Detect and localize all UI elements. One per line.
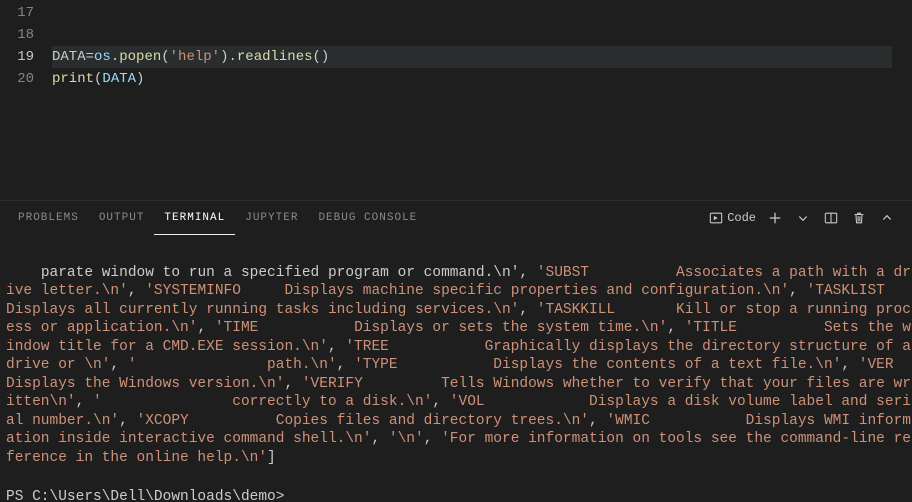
code-token: () [313,49,330,65]
code-token: . [111,49,119,65]
code-token: . [228,49,236,65]
panel-tab-terminal[interactable]: TERMINAL [154,201,235,235]
code-token: readlines [237,49,313,65]
terminal-text: , [432,394,449,410]
new-terminal-button[interactable] [766,209,784,227]
terminal-text: , [119,413,136,429]
terminal-text: , [197,320,214,336]
chevron-down-icon [797,212,809,224]
line-number: 18 [0,24,34,46]
terminal-text: ' path.\n' [128,357,337,373]
code-line[interactable] [52,24,912,46]
chevron-up-icon [881,212,893,224]
trash-icon [852,211,866,225]
line-number: 19 [0,46,34,68]
line-number: 17 [0,2,34,24]
terminal-text: , [789,283,806,299]
terminal-text: 'SYSTEMINFO Displays machine specific pr… [145,283,789,299]
code-token: os [94,49,111,65]
terminal-text: '\n' [389,431,424,447]
code-line[interactable]: print(DATA) [52,68,912,90]
terminal-text: 'TYPE Displays the contents of a text fi… [354,357,841,373]
code-token: 'help' [170,49,220,65]
kill-terminal-button[interactable] [850,209,868,227]
terminal-text: , [337,357,354,373]
terminal-text: ] [267,450,276,466]
panel-actions: Code [709,209,904,227]
split-icon [824,211,838,225]
terminal-text: , [110,357,127,373]
terminal-text: , [589,413,606,429]
terminal-text: , [284,376,301,392]
terminal-text: ' correctly to a disk.\n' [93,394,432,410]
split-terminal-button[interactable] [822,209,840,227]
terminal-text: , [128,283,145,299]
code-editor[interactable]: 17181920 DATA=os.popen('help').readlines… [0,0,912,200]
code-line[interactable] [52,2,912,24]
terminal-prompt[interactable]: PS C:\Users\Dell\Downloads\demo> [6,488,912,502]
code-token: print [52,71,94,87]
terminal-launch-select[interactable]: Code [709,211,756,225]
line-gutter: 17181920 [0,0,52,200]
terminal-text: , [371,431,388,447]
terminal-dropdown-button[interactable] [794,209,812,227]
panel-tab-jupyter[interactable]: JUPYTER [235,201,308,235]
panel-tab-output[interactable]: OUTPUT [89,201,155,235]
terminal-text: , [519,302,536,318]
code-line[interactable]: DATA=os.popen('help').readlines() [52,46,892,68]
code-token: popen [119,49,161,65]
terminal-text: 'XCOPY Copies files and directory trees.… [137,413,589,429]
play-icon [709,211,723,225]
code-token: = [86,49,94,65]
panel-tab-problems[interactable]: PROBLEMS [8,201,89,235]
code-token: DATA [102,71,136,87]
launch-label: Code [727,211,756,225]
terminal-text: , [424,431,441,447]
terminal-output[interactable]: parate window to run a specified program… [0,235,912,502]
terminal-text: , [841,357,858,373]
code-token: ) [136,71,144,87]
panel-tabs: PROBLEMSOUTPUTTERMINALJUPYTERDEBUG CONSO… [0,201,912,235]
terminal-text: parate window to run a specified program… [41,265,537,281]
terminal-text: , [667,320,684,336]
code-token: ( [161,49,169,65]
bottom-panel: PROBLEMSOUTPUTTERMINALJUPYTERDEBUG CONSO… [0,200,912,502]
code-token: DATA [52,49,86,65]
terminal-text: , [328,339,345,355]
terminal-text: , [76,394,93,410]
line-number: 20 [0,68,34,90]
panel-tab-debug[interactable]: DEBUG CONSOLE [308,201,427,235]
plus-icon [768,211,782,225]
maximize-panel-button[interactable] [878,209,896,227]
terminal-text: 'TIME Displays or sets the system time.\… [215,320,667,336]
code-area[interactable]: DATA=os.popen('help').readlines()print(D… [52,0,912,200]
